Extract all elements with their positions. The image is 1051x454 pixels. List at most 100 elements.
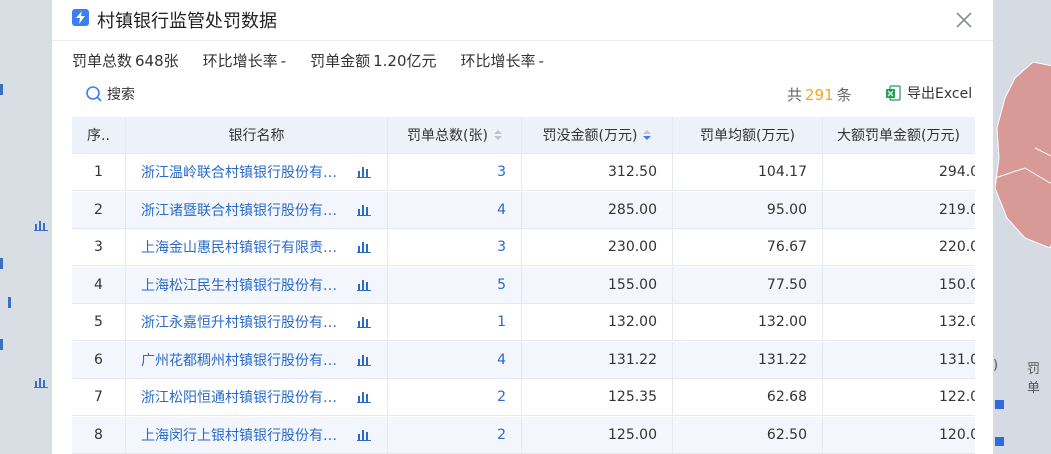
cell-ticket-count: 1 — [388, 304, 522, 340]
cell-average-amount: 104.17 — [673, 154, 823, 190]
close-icon[interactable] — [954, 10, 974, 30]
total-count-number: 291 — [805, 86, 834, 104]
export-excel-button[interactable]: 导出Excel — [885, 83, 972, 103]
cell-ticket-count: 5 — [388, 266, 522, 303]
cell-bank-name: 上海金山惠民村镇银行有限责任公司 — [126, 229, 388, 265]
background-text: 罚单 — [1027, 362, 1041, 396]
cell-fine-amount: 312.50 — [522, 154, 673, 190]
cell-average-amount: 132.00 — [673, 304, 823, 340]
background-marker — [0, 84, 3, 95]
modal-title: 村镇银行监管处罚数据 — [97, 11, 277, 32]
ticket-count-link[interactable]: 4 — [497, 202, 506, 218]
lightning-icon — [72, 9, 89, 26]
bar-chart-icon[interactable] — [357, 353, 371, 366]
background-marker — [0, 339, 3, 350]
table-row: 7 浙江松阳恒通村镇银行股份有限公司 2 125.3562.68 122.0 — [72, 379, 975, 416]
cell-large-amount: 120.0 — [939, 426, 975, 443]
bar-chart-icon[interactable] — [357, 203, 371, 216]
cell-average-amount: 131.22 — [673, 341, 823, 378]
cell-ticket-count: 4 — [388, 341, 522, 378]
table-row: 8 上海闵行上银村镇银行股份有限公司 2 125.0062.50 120.0 — [72, 416, 975, 454]
ticket-count-link[interactable]: 2 — [497, 427, 506, 443]
bar-chart-icon[interactable] — [357, 428, 371, 441]
ticket-count-link[interactable]: 3 — [497, 239, 506, 255]
stat-amount-growth-rate: 环比增长率 - — [460, 52, 544, 70]
bank-name-link[interactable]: 浙江诸暨联合村镇银行股份有限公司 — [141, 200, 337, 220]
background-text: ) — [993, 358, 999, 373]
stat-total-tickets: 罚单总数 648张 — [72, 52, 179, 70]
bank-name-link[interactable]: 浙江永嘉恒升村镇银行股份有限公司 — [141, 312, 337, 332]
cell-ticket-count: 3 — [388, 229, 522, 265]
stat-growth-rate: 环比增长率 - — [202, 52, 287, 70]
cell-large-amount: 131.0 — [939, 351, 975, 368]
bar-chart-icon[interactable] — [357, 165, 371, 178]
ticket-count-link[interactable]: 1 — [497, 314, 506, 330]
cell-index: 2 — [72, 191, 126, 228]
bar-chart-icon[interactable] — [357, 240, 371, 253]
cell-fine-amount: 125.00 — [522, 416, 673, 453]
cell-average-amount: 77.50 — [673, 266, 823, 303]
table-row: 2 浙江诸暨联合村镇银行股份有限公司 4 285.0095.00 219.0 — [72, 191, 975, 229]
header-index[interactable]: 序.. — [72, 117, 126, 153]
cell-large-amount: 294.0 — [939, 164, 975, 180]
cell-index: 6 — [72, 341, 126, 378]
table-row: 1 浙江温岭联合村镇银行股份有限公司 3 312.50104.17 294.0 — [72, 154, 975, 191]
penalty-data-modal: 村镇银行监管处罚数据 罚单总数 648张 环比增长率 - 罚单金额 1.20亿元 环比… — [52, 0, 993, 454]
table-row: 3 上海金山惠民村镇银行有限责任公司 3 230.0076.67 220.0 — [72, 229, 975, 266]
ticket-count-link[interactable]: 4 — [497, 352, 506, 368]
cell-average-amount: 62.50 — [673, 416, 823, 453]
cell-large-amount: 122.0 — [939, 389, 975, 405]
sort-icon[interactable] — [643, 130, 652, 140]
bank-name-link[interactable]: 上海松江民生村镇银行股份有限公司 — [141, 275, 337, 295]
cell-ticket-count: 3 — [388, 154, 522, 190]
cell-bank-name: 浙江松阳恒通村镇银行股份有限公司 — [126, 379, 388, 415]
cell-bank-name: 上海闵行上银村镇银行股份有限公司 — [126, 416, 388, 453]
modal-header: 村镇银行监管处罚数据 — [52, 0, 993, 41]
bank-name-link[interactable]: 广州花都稠州村镇银行股份有限公司 — [141, 350, 337, 370]
excel-icon — [886, 85, 901, 101]
cell-ticket-count: 2 — [388, 416, 522, 453]
search-label: 搜索 — [107, 87, 135, 103]
ticket-count-link[interactable]: 3 — [497, 164, 506, 180]
cell-index: 4 — [72, 266, 126, 303]
bank-name-link[interactable]: 浙江松阳恒通村镇银行股份有限公司 — [141, 387, 337, 407]
bank-name-link[interactable]: 上海闵行上银村镇银行股份有限公司 — [141, 425, 337, 445]
penalty-table: 序.. 银行名称 罚单总数(张) 罚没金额(万元) 罚单均额(万元) 大额罚单金… — [72, 117, 975, 454]
cell-large-amount: 219.0 — [939, 201, 975, 218]
cell-fine-amount: 132.00 — [522, 304, 673, 340]
cell-ticket-count: 2 — [388, 379, 522, 415]
bank-name-link[interactable]: 浙江温岭联合村镇银行股份有限公司 — [141, 162, 337, 182]
search-icon — [86, 86, 102, 102]
cell-index: 8 — [72, 416, 126, 453]
header-bank-name: 银行名称 — [126, 117, 388, 153]
summary-stats: 罚单总数 648张 环比增长率 - 罚单金额 1.20亿元 环比增长率 - — [72, 50, 568, 70]
header-fine-amount[interactable]: 罚没金额(万元) — [522, 117, 673, 153]
cell-average-amount: 62.68 — [673, 379, 823, 415]
table-row: 6 广州花都稠州村镇银行股份有限公司 4 131.22131.22 131.0 — [72, 341, 975, 379]
cell-fine-amount: 131.22 — [522, 341, 673, 378]
export-label: 导出Excel — [907, 86, 973, 102]
stat-fine-amount: 罚单金额 1.20亿元 — [310, 52, 437, 70]
bank-name-link[interactable]: 上海金山惠民村镇银行有限责任公司 — [141, 237, 337, 257]
bar-chart-icon — [34, 221, 48, 231]
bar-chart-icon[interactable] — [357, 278, 371, 291]
header-average-amount: 罚单均额(万元) — [673, 117, 823, 153]
cell-index: 7 — [72, 379, 126, 415]
cell-bank-name: 广州花都稠州村镇银行股份有限公司 — [126, 341, 388, 378]
ticket-count-link[interactable]: 5 — [497, 277, 506, 293]
cell-average-amount: 95.00 — [673, 191, 823, 228]
sort-icon[interactable] — [493, 130, 502, 140]
bar-chart-icon[interactable] — [357, 315, 371, 328]
legend-square — [995, 437, 1004, 446]
background-right-panel: ) 罚单 — [993, 0, 1051, 454]
background-marker — [0, 258, 3, 269]
header-large-amount: 大额罚单金额(万元) — [837, 128, 960, 144]
cell-index: 1 — [72, 154, 126, 190]
bar-chart-icon[interactable] — [357, 390, 371, 403]
cell-bank-name: 浙江温岭联合村镇银行股份有限公司 — [126, 154, 388, 190]
header-ticket-count[interactable]: 罚单总数(张) — [388, 117, 522, 153]
search-button[interactable]: 搜索 — [85, 84, 135, 104]
cell-bank-name: 浙江永嘉恒升村镇银行股份有限公司 — [126, 304, 388, 340]
ticket-count-link[interactable]: 2 — [497, 389, 506, 405]
cell-bank-name: 上海松江民生村镇银行股份有限公司 — [126, 266, 388, 303]
